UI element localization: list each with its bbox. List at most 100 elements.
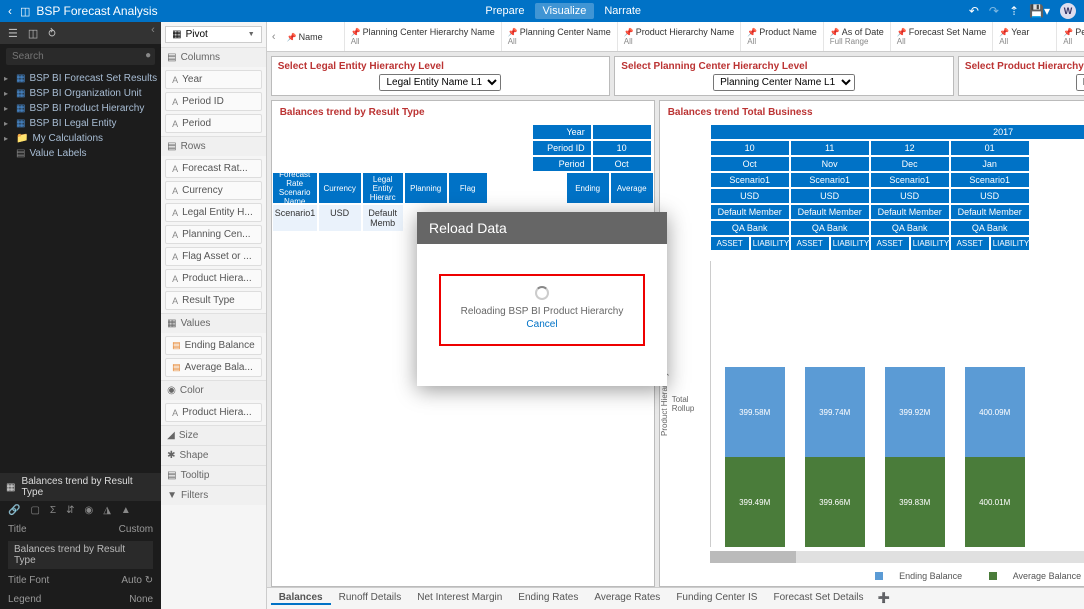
sheet-tab[interactable]: Forecast Set Details [765,592,871,605]
field-pill[interactable]: AResult Type [165,291,262,310]
tab-visualize[interactable]: Visualize [535,3,595,19]
filter-chip[interactable]: 📌PeriodAll [1057,22,1084,51]
field-pill[interactable]: AYear [165,70,262,89]
tree-item[interactable]: ▸▦BSP BI Organization Unit [0,86,161,101]
color-icon: ◉ [167,385,176,396]
field-pill[interactable]: AForecast Rat... [165,159,262,178]
size-section: ◢Size [161,425,266,445]
field-pill[interactable]: APeriod ID [165,92,262,111]
sheet-tab[interactable]: Ending Rates [510,592,586,605]
sheet-tab[interactable]: Funding Center IS [668,592,765,605]
tab-prepare[interactable]: Prepare [477,3,532,19]
chart-scrollbar[interactable] [710,551,1084,563]
delete-icon[interactable]: ▲ [121,505,131,516]
shape-icon: ✱ [167,450,175,461]
chart-icon: ◫ [20,5,30,18]
eye-icon[interactable]: ◉ [84,505,93,516]
clear-search-icon[interactable]: ● [145,50,151,61]
field-pill[interactable]: AFlag Asset or ... [165,247,262,266]
cancel-link[interactable]: Cancel [461,319,624,330]
title-mode[interactable]: Custom [119,524,153,535]
columns-section: ▤Columns [161,47,266,67]
product-selector: Select Product Hierarchy Level Product N… [958,56,1084,96]
link-icon[interactable]: 🔗 [8,505,20,516]
tooltip-section: ▤Tooltip [161,465,266,485]
modal-highlight-box: Reloading BSP BI Product Hierarchy Cance… [439,274,646,346]
dropdown-icon: ▼ [248,31,255,38]
filter-chip[interactable]: 📌YearAll [993,22,1057,51]
share-icon[interactable]: ⇡ [1009,4,1019,18]
tree-item[interactable]: ▸▦BSP BI Legal Entity [0,116,161,131]
search-input[interactable] [6,48,155,65]
title-label: Title [8,524,27,535]
legal-entity-select[interactable]: Legal Entity Name L1 [379,74,501,91]
funnel-icon: ▼ [167,490,177,501]
collapse-icon[interactable]: ‹ [151,24,161,36]
sheet-tab[interactable]: Runoff Details [331,592,410,605]
spinner-icon [535,286,549,300]
title-input[interactable]: Balances trend by Result Type [8,541,153,569]
axis-category: Total Rollup [672,261,710,547]
filter-icon[interactable]: ◮ [103,505,111,516]
sigma-icon[interactable]: Σ [50,505,56,516]
sheet-tab[interactable]: Average Rates [586,592,668,605]
filter-chip[interactable]: 📌Name [281,22,345,51]
redo-icon[interactable]: ↷ [989,4,999,18]
property-section: ▦ Balances trend by Result Type [0,473,161,501]
modal-title: Reload Data [417,212,667,244]
field-pill[interactable]: ACurrency [165,181,262,200]
size-icon: ◢ [167,430,175,441]
filter-bar: ‹ 📌Name📌Planning Center Hierarchy NameAl… [267,22,1084,52]
chart-bars: 399.49M399.58M399.66M399.74M399.83M399.9… [710,261,1084,547]
user-avatar[interactable]: W [1060,3,1076,19]
reload-data-modal: Reload Data Reloading BSP BI Product Hie… [417,212,667,386]
rows-section: ▤Rows [161,136,266,156]
tree-folder[interactable]: ▸📁My Calculations [0,131,161,146]
legend-value[interactable]: None [129,594,153,605]
filter-chip[interactable]: 📌Forecast Set NameAll [891,22,994,51]
analytics-icon[interactable]: ⥁ [48,27,56,40]
undo-icon[interactable]: ↶ [969,4,979,18]
filter-scroll-left-icon[interactable]: ‹ [267,22,281,51]
viz-icon[interactable]: ◫ [28,27,38,40]
rect-icon[interactable]: ▢ [30,505,39,516]
pivot-icon: ▦ [172,29,181,40]
viz-type-picker[interactable]: ▦ Pivot ▼ [165,26,262,43]
planning-center-select[interactable]: Planning Center Name L1 [713,74,855,91]
filters-section: ▼Filters [161,485,266,505]
add-sheet-icon[interactable]: ➕ [872,593,896,604]
filter-chip[interactable]: 📌As of DateFull Range [824,22,891,51]
filter-chip[interactable]: 📌Product NameAll [741,22,824,51]
tree-item[interactable]: ▸▦BSP BI Product Hierarchy [0,101,161,116]
data-panel: ‹ ▦ Pivot ▼ ▤Columns AYearAPeriod IDAPer… [161,22,267,609]
field-pill[interactable]: APeriod [165,114,262,133]
tab-narrate[interactable]: Narrate [596,3,649,19]
save-icon[interactable]: 💾▾ [1029,4,1050,18]
tooltip-icon: ▤ [167,470,176,481]
sheet-tabs: BalancesRunoff DetailsNet Interest Margi… [267,587,1084,609]
filter-chip[interactable]: 📌Planning Center Hierarchy NameAll [345,22,502,51]
field-pill[interactable]: ALegal Entity H... [165,203,262,222]
product-select[interactable]: Product Name L1 [1076,74,1084,91]
field-pill[interactable]: AProduct Hiera... [165,269,262,288]
field-pill[interactable]: ▤Ending Balance [165,336,262,355]
field-pill[interactable]: APlanning Cen... [165,225,262,244]
balances-total-business: Balances trend Total Business 2017 10111… [659,100,1084,587]
tree-item[interactable]: ▸▤Value Labels [0,146,161,161]
filter-chip[interactable]: 📌Planning Center NameAll [502,22,618,51]
values-icon: ▦ [167,318,176,329]
grid-icon: ▦ [6,482,15,493]
sheet-tab[interactable]: Balances [271,592,331,605]
filter-chip[interactable]: 📌Product Hierarchy NameAll [618,22,742,51]
back-icon[interactable]: ‹ [8,4,12,18]
field-pill[interactable]: AProduct Hiera... [165,403,262,422]
sheet-tab[interactable]: Net Interest Margin [409,592,510,605]
tree-item[interactable]: ▸▦BSP BI Forecast Set Results [0,71,161,86]
planning-center-selector: Select Planning Center Hierarchy Level P… [614,56,954,96]
data-icon[interactable]: ☰ [8,27,18,40]
sort-icon[interactable]: ⇵ [66,505,74,516]
left-sidebar: ☰ ◫ ⥁ ● ▸▦BSP BI Forecast Set Results ▸▦… [0,22,161,609]
field-pill[interactable]: ▤Average Bala... [165,358,262,377]
title-font-value[interactable]: Auto ↻ [121,575,153,586]
shape-section: ✱Shape [161,445,266,465]
